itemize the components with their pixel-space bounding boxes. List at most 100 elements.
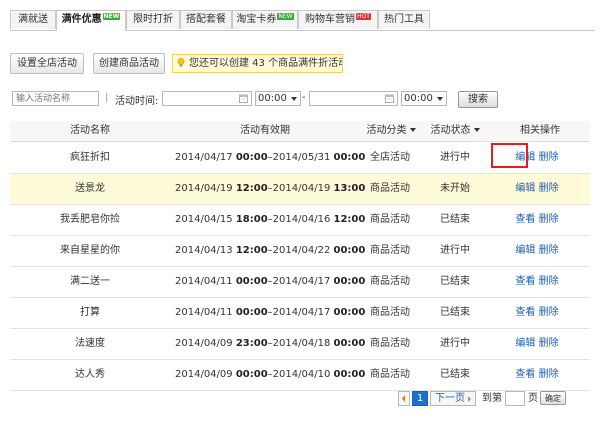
activity-name: 法速度 — [75, 338, 105, 349]
edit-link[interactable]: 编辑 — [515, 245, 535, 256]
delete-link[interactable]: 删除 — [539, 152, 559, 163]
start-date: 2014/04/17 — [175, 152, 233, 163]
delete-link[interactable]: 删除 — [539, 245, 559, 256]
start-time: 00:00 — [235, 307, 268, 318]
page-number-input[interactable] — [505, 391, 525, 406]
column-header-status[interactable]: 活动状态 — [420, 121, 490, 141]
goto-label: 到第 — [482, 393, 502, 404]
delete-link[interactable]: 删除 — [539, 214, 559, 225]
row-actions: 编辑 删除 — [502, 174, 572, 204]
start-date-input[interactable] — [162, 91, 252, 106]
view-link[interactable]: 查看 — [515, 214, 535, 225]
delete-link[interactable]: 删除 — [539, 183, 559, 194]
edit-link[interactable]: 编辑 — [515, 183, 535, 194]
activity-name-input[interactable] — [12, 91, 99, 106]
page-number: 1 — [416, 393, 424, 404]
delete-link[interactable]: 删除 — [539, 307, 559, 318]
view-link[interactable]: 查看 — [515, 276, 535, 287]
table-row: 来自星星的你 2014/04/13 12:00–2014/04/22 00:00 商… — [10, 236, 590, 267]
validity-period: 2014/04/09 23:00–2014/04/18 00:00 — [175, 329, 365, 359]
tab-manjianyouhui[interactable]: 满件优惠 NEW — [56, 10, 126, 31]
tab-remengongju[interactable]: 热门工具 — [378, 10, 430, 29]
table-row: 我丢肥皂你捡 2014/04/15 18:00–2014/04/16 12:00 商… — [10, 205, 590, 236]
activity-status: 进行中 — [440, 152, 470, 163]
activity-status: 进行中 — [440, 245, 470, 256]
delete-link[interactable]: 删除 — [539, 338, 559, 349]
tab-dapeitaocan[interactable]: 搭配套餐 — [180, 10, 232, 29]
tab-xianshidazhe[interactable]: 限时打折 — [126, 10, 180, 29]
chevron-down-icon — [291, 97, 297, 101]
selected-edit-highlight — [491, 143, 528, 168]
start-date: 2014/04/09 — [175, 369, 233, 380]
prev-page-button[interactable] — [398, 391, 410, 406]
tab-label: 搭配套餐 — [186, 14, 226, 25]
activity-category: 商品活动 — [370, 183, 410, 194]
set-store-activity-button[interactable]: 设置全店活动 — [10, 53, 84, 74]
delete-link[interactable]: 删除 — [539, 369, 559, 380]
start-date: 2014/04/09 — [175, 338, 233, 349]
view-link[interactable]: 查看 — [515, 369, 535, 380]
edit-link[interactable]: 编辑 — [515, 338, 535, 349]
create-product-activity-button[interactable]: 创建商品活动 — [93, 53, 165, 74]
end-date: 2014/04/19 — [272, 183, 331, 194]
start-date: 2014/04/13 — [175, 245, 233, 256]
tab-taobaokaquan[interactable]: 淘宝卡券 NEW — [232, 10, 298, 29]
activity-status: 已结束 — [440, 369, 470, 380]
calendar-icon[interactable] — [239, 94, 248, 103]
page-unit-label: 页 — [528, 393, 538, 404]
row-actions: 查看 删除 — [502, 267, 572, 297]
end-time-value: 00:00 — [404, 93, 433, 104]
activity-status: 已结束 — [440, 214, 470, 225]
tab-label: 满就送 — [18, 14, 48, 25]
activity-status: 进行中 — [440, 338, 470, 349]
page-button-1[interactable]: 1 — [412, 391, 428, 406]
start-time: 00:00 — [235, 152, 268, 163]
activity-name: 我丢肥皂你捡 — [60, 214, 120, 225]
table-row: 打算 2014/04/11 00:00–2014/04/17 00:00 商品活动 已… — [10, 298, 590, 329]
start-time-value: 00:00 — [258, 93, 287, 104]
next-page-button[interactable]: 下一页 — [430, 391, 476, 406]
validity-period: 2014/04/17 00:00–2014/05/31 00:00 — [175, 143, 365, 173]
tab-label: 热门工具 — [384, 14, 424, 25]
activity-category: 商品活动 — [370, 369, 410, 380]
column-header-validity: 活动有效期 — [240, 125, 290, 136]
column-header-category[interactable]: 活动分类 — [357, 121, 425, 141]
column-header-name: 活动名称 — [70, 125, 110, 136]
arrow-left-icon — [402, 395, 405, 402]
sort-down-icon — [473, 128, 480, 132]
tab-gouwuche[interactable]: 购物车营销 HOT — [298, 10, 378, 29]
start-date: 2014/04/11 — [175, 307, 233, 318]
end-date-input[interactable] — [309, 91, 398, 106]
column-header-label: 活动状态 — [430, 125, 471, 136]
arrow-right-icon — [468, 396, 471, 402]
start-time: 23:00 — [235, 338, 268, 349]
validity-period: 2014/04/11 00:00–2014/04/17 00:00 — [175, 267, 365, 297]
activity-name: 送景龙 — [75, 183, 105, 194]
activity-status: 已结束 — [440, 307, 470, 318]
activity-category: 商品活动 — [370, 245, 410, 256]
tab-bar: 满就送 满件优惠 NEW 限时打折 搭配套餐 淘宝卡券 NEW 购物车营销 HOT 热… — [10, 10, 595, 31]
end-time-select[interactable]: 00:00 — [401, 91, 447, 106]
delete-link[interactable]: 删除 — [539, 276, 559, 287]
end-date: 2014/04/16 — [272, 214, 331, 225]
table-row: 满二送一 2014/04/11 00:00–2014/04/17 00:00 商品活… — [10, 267, 590, 298]
table-header: 活动名称 活动有效期 活动分类 活动状态 相关操作 — [10, 121, 590, 142]
row-actions: 编辑 删除 — [502, 329, 572, 359]
start-time-select[interactable]: 00:00 — [255, 91, 301, 106]
activity-quota-notice: 您还可以创建 43 个商品满件折活动 — [172, 54, 343, 73]
activity-category: 商品活动 — [370, 307, 410, 318]
confirm-page-button[interactable]: 确定 — [540, 391, 566, 405]
filter-separator: | — [105, 92, 109, 103]
column-header-label: 活动分类 — [366, 125, 407, 136]
start-time: 00:00 — [235, 369, 268, 380]
start-date: 2014/04/19 — [175, 183, 233, 194]
validity-period: 2014/04/13 12:00–2014/04/22 00:00 — [175, 236, 365, 266]
end-date: 2014/04/17 — [272, 307, 331, 318]
table-row: 送景龙 2014/04/19 12:00–2014/04/19 13:00 商品活动… — [10, 174, 590, 205]
view-link[interactable]: 查看 — [515, 307, 535, 318]
row-actions: 查看 删除 — [502, 360, 572, 390]
search-button[interactable]: 搜索 — [458, 91, 498, 108]
tab-manjiusong[interactable]: 满就送 — [10, 10, 56, 29]
validity-period: 2014/04/09 00:00–2014/04/10 00:00 — [175, 360, 365, 390]
calendar-icon[interactable] — [385, 94, 394, 103]
